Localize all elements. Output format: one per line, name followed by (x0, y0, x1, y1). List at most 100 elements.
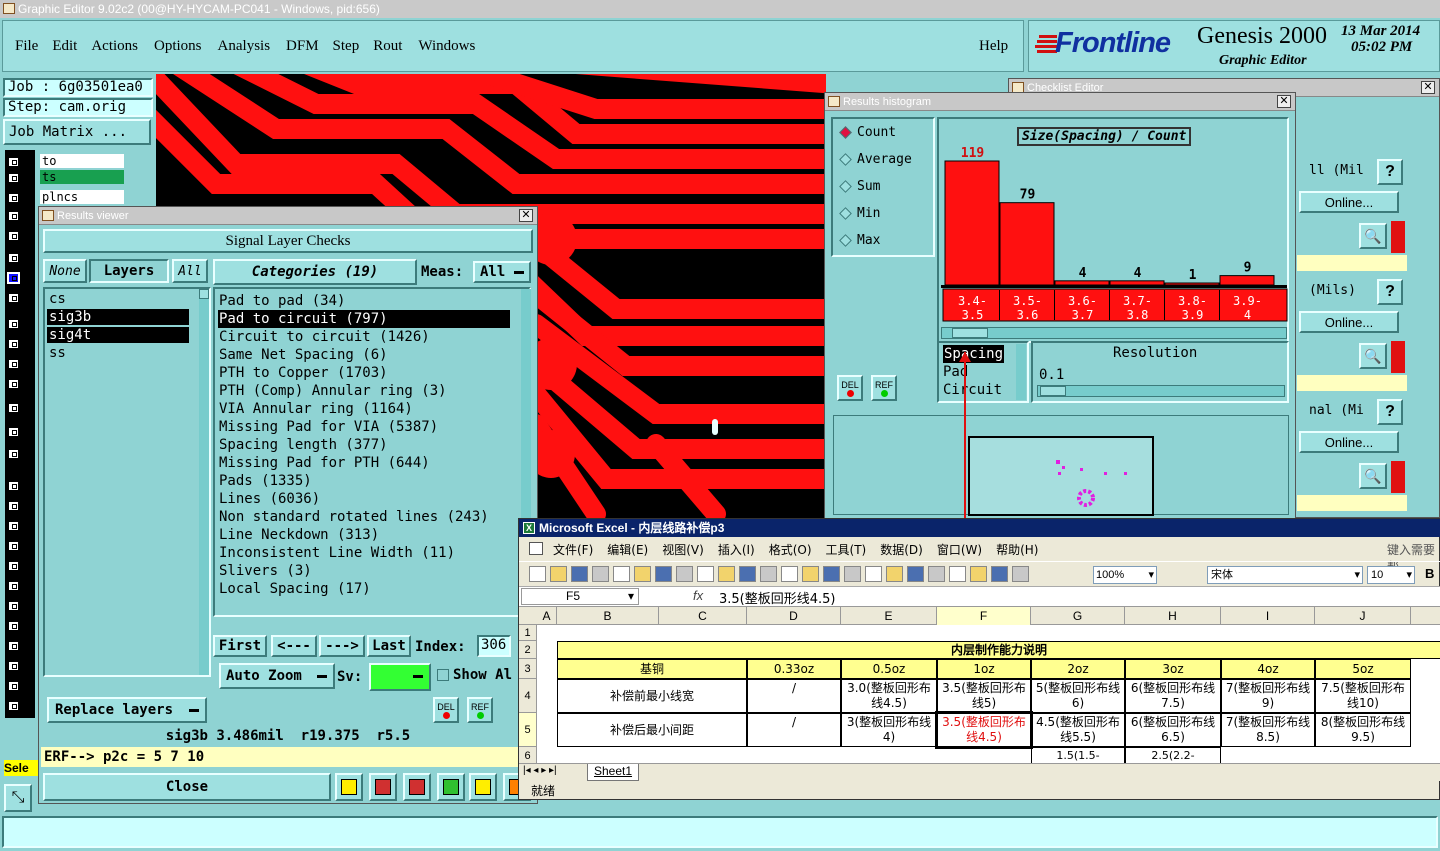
sheet-nav-icon[interactable]: |◂ ◂ ▸ ▸| (523, 765, 557, 776)
row-header[interactable]: 1 (519, 625, 537, 641)
category-item[interactable]: Slivers (3) (218, 562, 510, 580)
toolbar-button-icon[interactable] (634, 566, 651, 582)
metric-spacing[interactable]: Spacing (943, 345, 1005, 363)
exit-icon-button[interactable] (369, 773, 397, 801)
category-item[interactable]: Missing Pad for VIA (5387) (218, 418, 510, 436)
select-arrow-button[interactable]: ⤡ (4, 784, 32, 812)
metric-circuit[interactable]: Circuit (943, 381, 1004, 399)
excel-menu-item[interactable]: 插入(I) (718, 541, 755, 558)
metric-pad[interactable]: Pad (943, 363, 1004, 381)
name-box[interactable]: F5 ▾ (521, 588, 639, 605)
all-button[interactable]: All (172, 259, 208, 283)
layers-toggle[interactable]: Layers (89, 259, 169, 283)
excel-menu-item[interactable]: 编辑(E) (607, 541, 648, 558)
toolbar-button-icon[interactable] (991, 566, 1008, 582)
sheet-cell[interactable]: 4.5(整板回形布线5.5) (1031, 713, 1125, 747)
toolbar-button-icon[interactable] (655, 566, 672, 582)
histogram-bar[interactable] (944, 160, 1000, 286)
column-header[interactable]: D (747, 607, 841, 625)
layer-toggle-button[interactable] (3, 518, 29, 535)
category-item[interactable]: PTH (Comp) Annular ring (3) (218, 382, 510, 400)
sheet-cell[interactable]: 8(整板回形布线9.5) (1315, 713, 1411, 747)
toolbar-button-icon[interactable] (529, 566, 546, 582)
menu-rout[interactable]: Rout (373, 38, 402, 55)
zoom-in-button[interactable]: 🔍 (1359, 343, 1387, 369)
layer-toggle-button[interactable] (3, 558, 29, 575)
category-item[interactable]: Lines (6036) (218, 490, 510, 508)
sheet-cell[interactable]: 0.33oz (747, 659, 841, 679)
sheet-cell[interactable]: 4oz (1221, 659, 1315, 679)
layer-toggle-button[interactable] (3, 478, 29, 495)
category-item[interactable]: VIA Annular ring (1164) (218, 400, 510, 418)
toolbar-button-icon[interactable] (676, 566, 693, 582)
column-header[interactable]: G (1031, 607, 1125, 625)
zoom-box[interactable]: 100% ▾ (1093, 566, 1157, 584)
layer-item-sig4t[interactable]: sig4t (47, 327, 189, 343)
category-item[interactable]: Non standard rotated lines (243) (218, 508, 510, 526)
column-header[interactable]: A (537, 607, 557, 625)
sheet-cell[interactable]: 3.5(整板回形布线5) (937, 679, 1031, 713)
help-question-button[interactable]: ? (1377, 159, 1403, 185)
excel-menu-item[interactable]: 工具(T) (826, 541, 867, 558)
excel-menu-item[interactable]: 文件(F) (553, 541, 593, 558)
category-item[interactable]: Inconsistent Line Width (11) (218, 544, 510, 562)
toolbar-button-icon[interactable] (802, 566, 819, 582)
column-header[interactable]: C (659, 607, 747, 625)
replace-layers-dropdown[interactable]: Replace layers (47, 697, 207, 723)
layer-toggle-button[interactable] (3, 316, 29, 333)
sheet-cell[interactable]: 6(整板回形布线6.5) (1125, 713, 1221, 747)
fx-icon[interactable]: fx (693, 588, 703, 603)
toolbar-button-icon[interactable] (739, 566, 756, 582)
toolbar-button-icon[interactable] (592, 566, 609, 582)
histogram-bar[interactable] (1109, 280, 1165, 286)
toolbar-button-icon[interactable] (928, 566, 945, 582)
excel-menu-item[interactable]: 格式(O) (769, 541, 812, 558)
layer-toggle-button[interactable] (3, 400, 29, 417)
toolbar-button-icon[interactable] (760, 566, 777, 582)
layer-toggle-button[interactable] (3, 154, 29, 171)
resolution-slider[interactable] (1037, 385, 1285, 397)
category-item[interactable]: Pad to pad (34) (218, 292, 510, 310)
column-header[interactable]: H (1125, 607, 1221, 625)
layer-toggle-button[interactable] (3, 618, 29, 635)
column-header[interactable]: B (557, 607, 659, 625)
layer-toggle-button[interactable] (3, 290, 29, 307)
layer-item-to[interactable]: to (40, 154, 124, 168)
row-header[interactable]: 3 (519, 659, 537, 679)
histogram-bar[interactable] (1164, 282, 1220, 286)
category-item[interactable]: Local Spacing (17) (218, 580, 510, 598)
layer-toggle-button[interactable] (3, 498, 29, 515)
command-line-input[interactable] (2, 816, 1438, 848)
first-button[interactable]: First (213, 635, 267, 657)
layer-list-scrollbar[interactable] (199, 289, 209, 675)
sheet-cell[interactable]: / (747, 713, 841, 747)
toolbar-button-icon[interactable] (907, 566, 924, 582)
help-question-button[interactable]: ? (1377, 399, 1403, 425)
option-sum[interactable]: Sum (839, 179, 880, 195)
column-header[interactable]: J (1315, 607, 1411, 625)
zoom-in-button[interactable]: 🔍 (1359, 223, 1387, 249)
none-button[interactable]: None (43, 259, 87, 283)
excel-menu-item[interactable]: 视图(V) (662, 541, 704, 558)
layer-item-plncs[interactable]: plncs (40, 190, 124, 204)
histogram-hscrollbar[interactable] (941, 327, 1287, 339)
category-item[interactable]: Pads (1335) (218, 472, 510, 490)
sheet-cell[interactable]: 7.5(整板回形布线10) (1315, 679, 1411, 713)
menu-options[interactable]: Options (154, 38, 202, 55)
del-button[interactable]: DEL (433, 697, 459, 723)
sheet-cell[interactable]: 6(整板回形布线7.5) (1125, 679, 1221, 713)
layer-toggle-button[interactable] (3, 678, 29, 695)
sheet-cell[interactable]: 补偿后最小间距 (557, 713, 747, 747)
index-input[interactable]: 306 (477, 635, 511, 657)
layer-toggle-button[interactable] (3, 208, 29, 225)
layer-toggle-button[interactable] (3, 190, 29, 207)
category-item[interactable]: Circuit to circuit (1426) (218, 328, 510, 346)
excel-menu-item[interactable]: 帮助(H) (996, 541, 1038, 558)
category-item[interactable]: Line Neckdown (313) (218, 526, 510, 544)
layer-toggle-button[interactable] (3, 376, 29, 393)
layer-toggle-button[interactable] (3, 250, 29, 267)
menu-actions[interactable]: Actions (91, 38, 138, 55)
sheet-cell[interactable]: 3.5(整板回形布线4.5) (935, 711, 1033, 749)
hist-ref-button[interactable]: REF (871, 375, 897, 401)
toolbar-button-icon[interactable] (844, 566, 861, 582)
